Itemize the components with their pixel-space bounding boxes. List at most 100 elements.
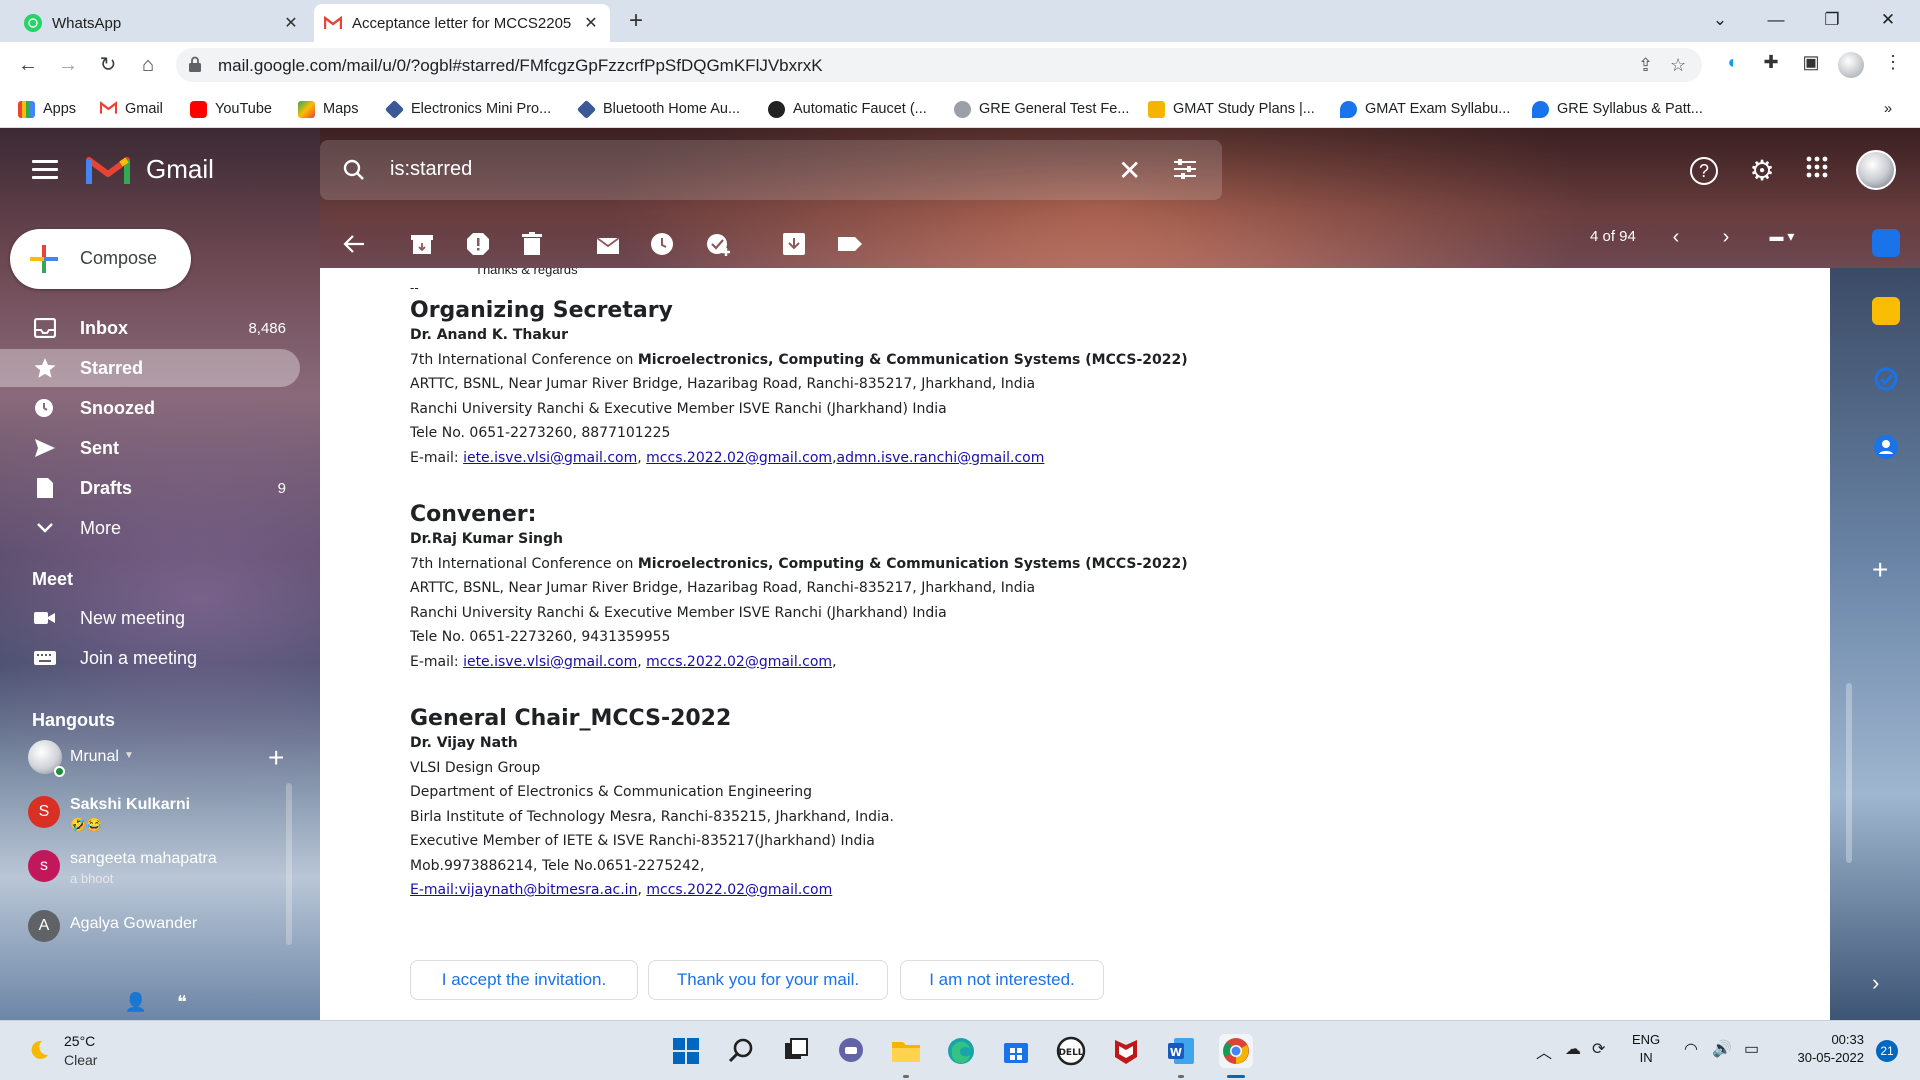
chrome-icon[interactable] (1219, 1034, 1253, 1068)
profile-avatar[interactable] (1838, 52, 1864, 78)
calendar-icon[interactable] (1872, 229, 1900, 257)
smart-reply-accept[interactable]: I accept the invitation. (410, 960, 638, 1000)
minimize-button[interactable]: — (1748, 0, 1804, 40)
address-bar[interactable]: mail.google.com/mail/u/0/?ogbl#starred/F… (176, 48, 1702, 82)
home-icon[interactable]: ⌂ (134, 51, 162, 79)
nav-drafts[interactable]: Drafts 9 (0, 469, 300, 507)
forward-icon[interactable]: → (54, 51, 82, 79)
sync-icon[interactable]: ⟳ (1592, 1039, 1605, 1059)
close-tab-icon[interactable]: ✕ (282, 13, 300, 33)
tab-whatsapp[interactable]: WhatsApp ✕ (14, 4, 310, 42)
microsoft-store-icon[interactable] (999, 1034, 1033, 1068)
email-link[interactable]: iete.isve.vlsi@gmail.com (463, 654, 637, 670)
mcafee-icon[interactable] (1109, 1034, 1143, 1068)
restore-button[interactable]: ❐ (1804, 0, 1860, 40)
add-task-icon[interactable] (704, 230, 732, 258)
person-icon[interactable]: 👤 (124, 992, 148, 1016)
keep-icon[interactable] (1872, 297, 1900, 325)
close-tab-icon[interactable]: ✕ (582, 13, 600, 33)
bookmark-gre-fees[interactable]: GRE General Test Fe... (954, 98, 1129, 120)
task-view-icon[interactable] (779, 1034, 813, 1068)
smart-reply-not-interested[interactable]: I am not interested. (900, 960, 1104, 1000)
search-icon[interactable] (342, 158, 366, 182)
main-menu-icon[interactable] (32, 160, 58, 180)
contacts-icon[interactable] (1872, 433, 1900, 461)
side-panel-icon[interactable]: ▣ (1798, 52, 1824, 78)
word-icon[interactable]: W (1164, 1034, 1198, 1068)
smart-reply-thanks[interactable]: Thank you for your mail. (648, 960, 888, 1000)
new-tab-button[interactable]: + (622, 8, 650, 36)
hangouts-user[interactable]: Mrunal ▼ + (28, 740, 298, 777)
contact-sangeeta[interactable]: s sangeeta mahapatra a bhoot (28, 846, 288, 894)
nav-starred[interactable]: Starred (0, 349, 300, 387)
older-chevron-icon[interactable]: › (1714, 226, 1738, 250)
search-icon[interactable] (724, 1034, 758, 1068)
volume-icon[interactable]: 🔊 (1712, 1039, 1732, 1059)
battery-icon[interactable]: ▭ (1744, 1039, 1759, 1059)
clear-search-icon[interactable]: ✕ (1118, 154, 1141, 187)
search-input[interactable]: is:starred (390, 158, 472, 181)
chevron-down-icon[interactable]: ▼ (124, 750, 134, 761)
bookmark-electronics[interactable]: Electronics Mini Pro... (384, 98, 551, 120)
teams-chat-icon[interactable] (834, 1034, 868, 1068)
notification-badge[interactable]: 21 (1876, 1040, 1898, 1062)
clock[interactable]: 00:33 30-05-2022 (1784, 1031, 1865, 1067)
lock-icon[interactable] (188, 56, 202, 72)
dell-icon[interactable]: DELL (1054, 1034, 1088, 1068)
reload-icon[interactable]: ↻ (94, 51, 122, 79)
share-icon[interactable]: ⇪ (1638, 55, 1653, 76)
apps-grid-icon[interactable] (1800, 154, 1834, 188)
file-explorer-icon[interactable] (889, 1034, 923, 1068)
nav-snoozed[interactable]: Snoozed (0, 389, 300, 427)
delete-icon[interactable] (518, 230, 546, 258)
bookmark-gmat-syllabus[interactable]: GMAT Exam Syllabu... (1340, 98, 1510, 120)
bookmark-gmat-plans[interactable]: GMAT Study Plans |... (1148, 98, 1315, 120)
email-link[interactable]: iete.isve.vlsi@gmail.com (463, 450, 637, 466)
email-link[interactable]: admn.isve.ranchi@gmail.com (837, 450, 1045, 466)
bookmark-apps[interactable]: Apps (18, 98, 76, 120)
bookmark-gre-syllabus[interactable]: GRE Syllabus & Patt... (1532, 98, 1703, 120)
wifi-icon[interactable]: ◠ (1684, 1039, 1698, 1059)
search-options-icon[interactable] (1172, 156, 1198, 182)
gmail-brand[interactable]: Gmail (146, 154, 214, 185)
hangouts-quote-icon[interactable]: ❝ (170, 992, 194, 1016)
snooze-clock-icon[interactable] (648, 230, 676, 258)
edge-icon[interactable] (944, 1034, 978, 1068)
email-link[interactable]: mccs.2022.02@gmail.com (646, 882, 832, 898)
bookmarks-overflow[interactable]: » (1884, 98, 1892, 120)
tasks-icon[interactable] (1872, 365, 1900, 393)
join-meeting-item[interactable]: Join a meeting (0, 640, 300, 676)
search-bar[interactable]: is:starred ✕ (320, 140, 1222, 200)
compose-button[interactable]: Compose (10, 229, 191, 289)
extension-icon[interactable]: ◖ (1718, 52, 1744, 78)
weather-widget[interactable]: 25°C Clear (28, 1031, 148, 1071)
label-icon[interactable] (836, 230, 864, 258)
contact-agalya[interactable]: A Agalya Gowander (28, 906, 288, 954)
get-addons-plus-icon[interactable]: + (1872, 554, 1888, 586)
tab-search-icon[interactable]: ⌄ (1692, 0, 1748, 40)
newer-chevron-icon[interactable]: ‹ (1664, 226, 1688, 250)
chrome-menu-icon[interactable]: ⋮ (1880, 52, 1906, 78)
new-conversation-icon[interactable]: + (268, 742, 284, 774)
show-hidden-icons[interactable]: ︿ (1536, 1039, 1552, 1063)
bookmark-faucet[interactable]: Automatic Faucet (... (768, 98, 927, 120)
report-spam-icon[interactable] (464, 230, 492, 258)
contact-sakshi[interactable]: S Sakshi Kulkarni 🤣😂 (28, 792, 288, 840)
help-icon[interactable]: ? (1690, 157, 1718, 185)
email-link[interactable]: E-mail:vijaynath@bitmesra.ac.in (410, 882, 637, 898)
settings-gear-icon[interactable]: ⚙ (1745, 154, 1779, 188)
url-text[interactable]: mail.google.com/mail/u/0/?ogbl#starred/F… (218, 56, 823, 76)
new-meeting-item[interactable]: New meeting (0, 600, 300, 636)
nav-more[interactable]: More (0, 509, 300, 547)
back-icon[interactable]: ← (14, 51, 42, 79)
extensions-puzzle-icon[interactable]: ✚ (1758, 52, 1784, 78)
archive-icon[interactable] (408, 230, 436, 258)
hangouts-scrollbar[interactable] (286, 783, 292, 945)
back-to-list-icon[interactable] (340, 230, 368, 258)
email-link[interactable]: mccs.2022.02@gmail.com (646, 654, 832, 670)
bookmark-maps[interactable]: Maps (298, 98, 358, 120)
language-indicator[interactable]: ENG IN (1632, 1031, 1660, 1067)
tab-acceptance-letter[interactable]: Acceptance letter for MCCS2205 ✕ (314, 4, 610, 42)
nav-inbox[interactable]: Inbox 8,486 (0, 309, 300, 347)
nav-sent[interactable]: Sent (0, 429, 300, 467)
